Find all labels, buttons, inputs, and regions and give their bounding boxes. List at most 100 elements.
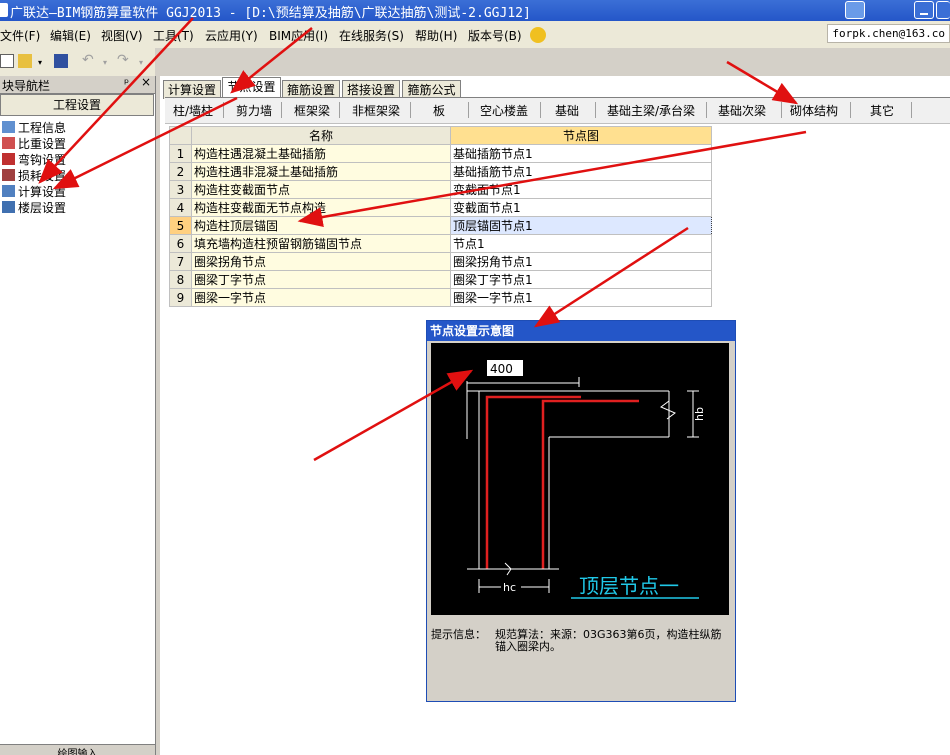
- subtab-separator: [410, 102, 411, 118]
- nav-hook-settings[interactable]: 弯钩设置: [2, 151, 66, 167]
- subtab-other[interactable]: 其它: [870, 102, 894, 119]
- row-number: 4: [169, 198, 192, 217]
- hook-icon: [2, 153, 15, 165]
- diagram-caption: 顶层节点一: [579, 574, 679, 598]
- panel-title: 块导航栏: [2, 79, 51, 93]
- window-title: 广联达—BIM钢筋算量软件 GGJ2013 - [D:\预结算及抽筋\广联达抽筋…: [10, 6, 531, 21]
- nav-floor-settings[interactable]: 楼层设置: [2, 199, 66, 215]
- open-folder-icon[interactable]: [18, 54, 32, 68]
- table-row-selected[interactable]: 5 构造柱顶层锚固 顶层锚固节点1: [169, 216, 712, 235]
- menu-edit[interactable]: 编辑(E): [50, 27, 91, 44]
- row-name[interactable]: 构造柱遇非混凝土基础插筋: [191, 162, 451, 181]
- floor-icon: [2, 201, 15, 213]
- row-node-value[interactable]: 圈梁丁字节点1: [450, 270, 712, 289]
- subtab-foundation-secondary-beam[interactable]: 基础次梁: [718, 102, 766, 119]
- nav-project-info[interactable]: 工程信息: [2, 119, 66, 135]
- table-row[interactable]: 9 圈梁一字节点 圈梁一字节点1: [169, 288, 712, 307]
- table-row[interactable]: 6 填充墙构造柱预留钢筋锚固节点 节点1: [169, 234, 712, 253]
- row-number: 9: [169, 288, 192, 307]
- table-row[interactable]: 8 圈梁丁字节点 圈梁丁字节点1: [169, 270, 712, 289]
- menu-view[interactable]: 视图(V): [101, 27, 143, 44]
- subtab-separator: [281, 102, 282, 118]
- loss-icon: [2, 169, 15, 181]
- menu-help[interactable]: 帮助(H): [415, 27, 457, 44]
- table-row[interactable]: 3 构造柱变截面节点 变截面节点1: [169, 180, 712, 199]
- menu-version[interactable]: 版本号(B): [468, 27, 522, 44]
- row-number: 7: [169, 252, 192, 271]
- row-node-value[interactable]: 圈梁拐角节点1: [450, 252, 712, 271]
- row-node-value[interactable]: 节点1: [450, 234, 712, 253]
- table-row[interactable]: 1 构造柱遇混凝土基础插筋 基础插筋节点1: [169, 144, 712, 163]
- menu-tools[interactable]: 工具(T): [153, 27, 194, 44]
- menu-cloud[interactable]: 云应用(Y): [205, 27, 258, 44]
- row-node-value[interactable]: 圈梁一字节点1: [450, 288, 712, 307]
- pin-icon[interactable]: ᵖ: [124, 76, 129, 90]
- help-face-icon[interactable]: [845, 1, 865, 19]
- row-number: 8: [169, 270, 192, 289]
- row-name[interactable]: 圈梁丁字节点: [191, 270, 451, 289]
- node-diagram-dialog: 节点设置示意图 400 hb hc 顶层节点一 提示信息： 规范算法：来源：03…: [426, 320, 736, 702]
- node-category-tabs: 柱/墙柱 剪力墙 框架梁 非框架梁 板 空心楼盖 基础 基础主梁/承台梁 基础次…: [165, 97, 950, 124]
- row-number: 2: [169, 162, 192, 181]
- column-header-node-diagram[interactable]: 节点图: [450, 126, 712, 145]
- redo-dropdown-icon[interactable]: ▾: [139, 58, 143, 67]
- subtab-column[interactable]: 柱/墙柱: [173, 102, 213, 119]
- new-file-icon[interactable]: [0, 54, 14, 68]
- calculation-icon: [2, 185, 15, 197]
- row-node-value[interactable]: 变截面节点1: [450, 180, 712, 199]
- subtab-non-frame-beam[interactable]: 非框架梁: [352, 102, 400, 119]
- subtab-shear-wall[interactable]: 剪力墙: [236, 102, 272, 119]
- subtab-separator: [595, 102, 596, 118]
- close-icon[interactable]: ×: [141, 75, 151, 89]
- row-node-value[interactable]: 变截面节点1: [450, 198, 712, 217]
- subtab-frame-beam[interactable]: 框架梁: [294, 102, 330, 119]
- row-name[interactable]: 填充墙构造柱预留钢筋锚固节点: [191, 234, 451, 253]
- menu-bim[interactable]: BIM应用(I): [269, 27, 328, 44]
- window-titlebar: 广联达—BIM钢筋算量软件 GGJ2013 - [D:\预结算及抽筋\广联达抽筋…: [0, 0, 950, 21]
- subtab-foundation[interactable]: 基础: [555, 102, 579, 119]
- section-project-settings[interactable]: 工程设置: [0, 94, 154, 116]
- drawing-input-tab[interactable]: 绘图输入: [0, 744, 155, 755]
- menu-bar: 文件(F) 编辑(E) 视图(V) 工具(T) 云应用(Y) BIM应用(I) …: [0, 21, 950, 48]
- table-row[interactable]: 4 构造柱变截面无节点构造 变截面节点1: [169, 198, 712, 217]
- row-name[interactable]: 构造柱遇混凝土基础插筋: [191, 144, 451, 163]
- subtab-slab[interactable]: 板: [433, 102, 445, 119]
- subtab-separator: [468, 102, 469, 118]
- row-number-header: [169, 126, 192, 145]
- user-account[interactable]: forpk.chen@163.co: [827, 24, 950, 43]
- minimize-icon: [920, 13, 928, 15]
- row-node-value[interactable]: 基础插筋节点1: [450, 162, 712, 181]
- subtab-hollow-floor[interactable]: 空心楼盖: [480, 102, 528, 119]
- row-name[interactable]: 构造柱变截面无节点构造: [191, 198, 451, 217]
- dim-hc-label: hc: [503, 581, 516, 594]
- helmet-icon[interactable]: [530, 27, 546, 43]
- row-name[interactable]: 圈梁拐角节点: [191, 252, 451, 271]
- table-row[interactable]: 7 圈梁拐角节点 圈梁拐角节点1: [169, 252, 712, 271]
- beam-break-mark: [660, 400, 676, 420]
- toolbar: ▾ ↶ ▾ ↷ ▾: [0, 48, 155, 76]
- dialog-titlebar[interactable]: 节点设置示意图: [427, 321, 735, 341]
- column-header-name[interactable]: 名称: [191, 126, 451, 145]
- redo-icon[interactable]: ↷: [117, 52, 129, 68]
- subtab-masonry-structure[interactable]: 砌体结构: [790, 102, 838, 119]
- undo-dropdown-icon[interactable]: ▾: [103, 58, 107, 67]
- node-diagram-svg: 400 hb hc 顶层节点一: [466, 360, 706, 599]
- row-name[interactable]: 构造柱顶层锚固: [191, 216, 451, 235]
- table-row[interactable]: 2 构造柱遇非混凝土基础插筋 基础插筋节点1: [169, 162, 712, 181]
- row-name[interactable]: 构造柱变截面节点: [191, 180, 451, 199]
- nav-density-settings[interactable]: 比重设置: [2, 135, 66, 151]
- nav-loss-settings[interactable]: 损耗设置: [2, 167, 66, 183]
- undo-icon[interactable]: ↶: [82, 52, 94, 68]
- subtab-foundation-main-beam[interactable]: 基础主梁/承台梁: [607, 102, 695, 119]
- row-name[interactable]: 圈梁一字节点: [191, 288, 451, 307]
- menu-file[interactable]: 文件(F): [0, 27, 40, 44]
- minimize-button[interactable]: [914, 1, 934, 19]
- nav-calculation-settings[interactable]: 计算设置: [2, 183, 66, 199]
- open-dropdown-icon[interactable]: ▾: [38, 58, 42, 67]
- maximize-button[interactable]: [936, 1, 950, 19]
- save-icon[interactable]: [54, 54, 68, 68]
- row-node-value[interactable]: 顶层锚固节点1: [450, 216, 712, 235]
- menu-online[interactable]: 在线服务(S): [339, 27, 404, 44]
- row-node-value[interactable]: 基础插筋节点1: [450, 144, 712, 163]
- row-number: 5: [169, 216, 192, 235]
